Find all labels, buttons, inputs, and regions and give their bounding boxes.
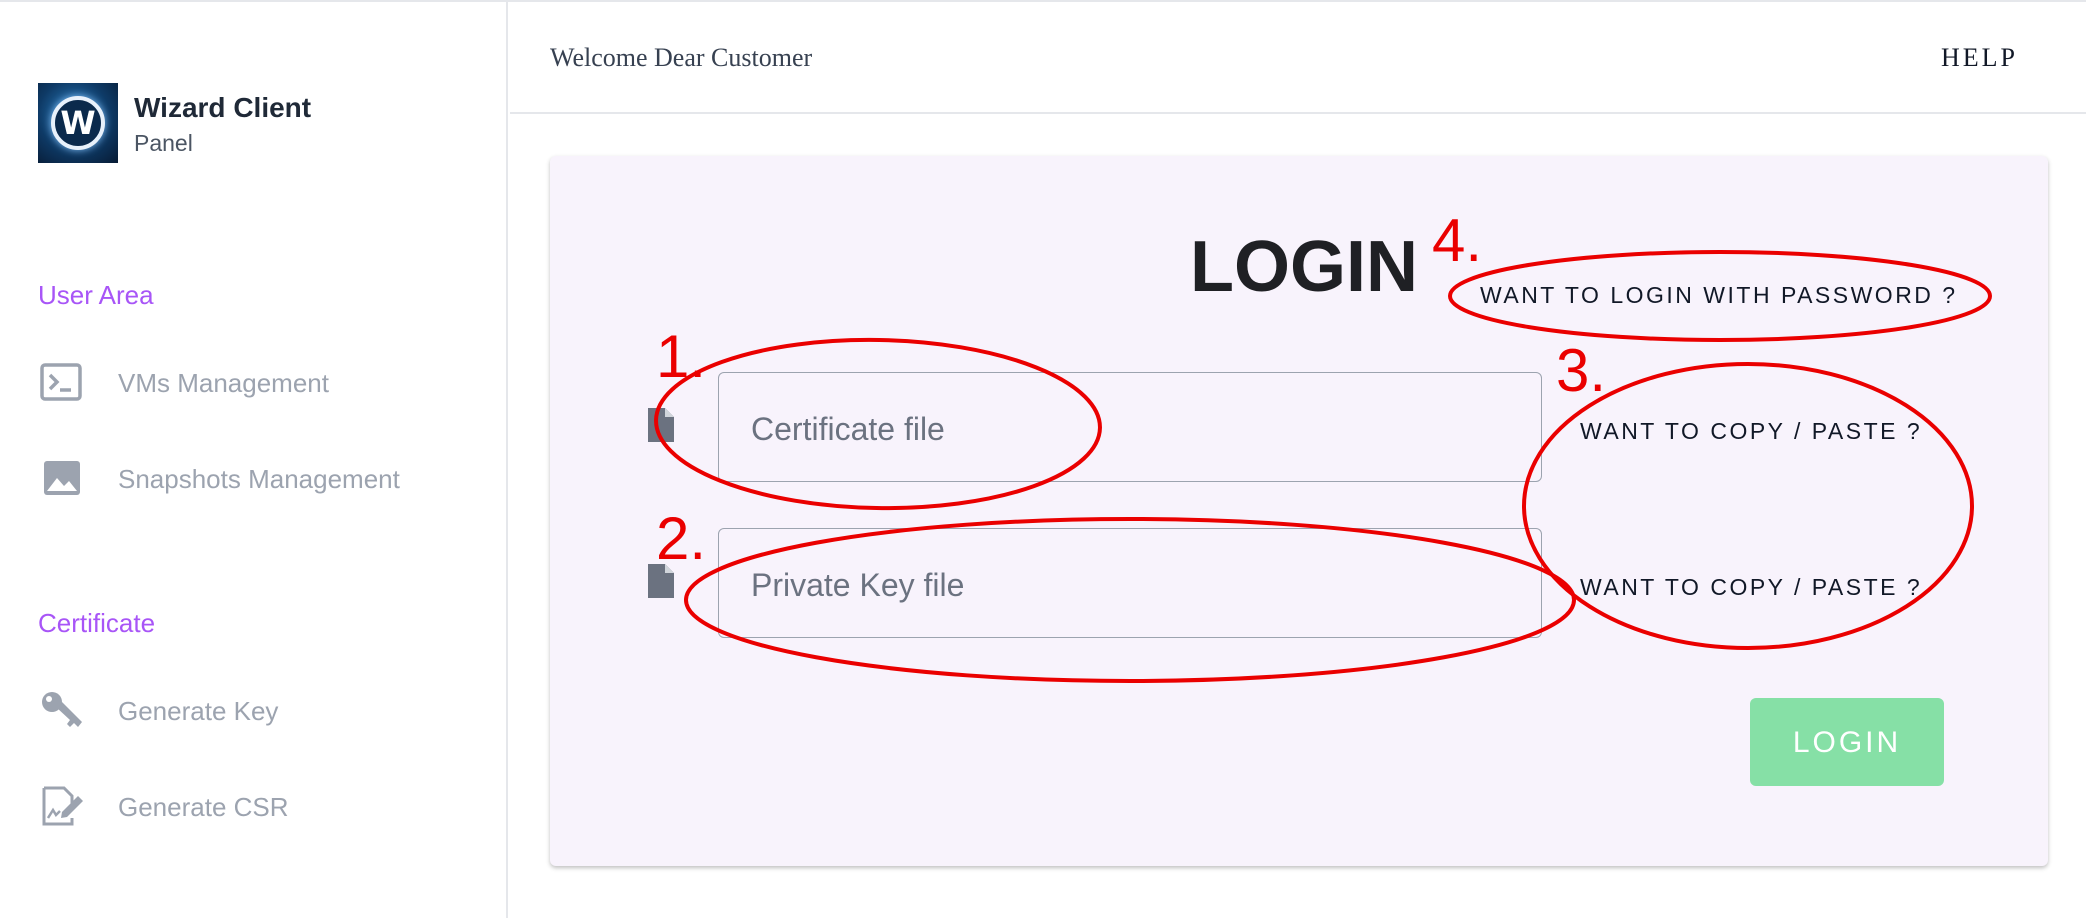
file-icon [648,408,674,442]
key-icon [42,692,82,727]
terminal-icon [40,363,82,401]
annotation-label-2: 2. [656,505,707,572]
certificate-file-placeholder: Certificate file [751,411,945,447]
annotation-label-4: 4. [1432,207,1483,274]
sidebar-item-snapshots-management[interactable]: Snapshots Management [38,448,478,508]
section-certificate: Certificate [38,608,156,638]
private-key-file-placeholder: Private Key file [751,567,965,603]
login-card: LOGIN WANT TO LOGIN WITH PASSWORD ? Cert… [550,156,2048,866]
top-header: Welcome Dear Customer HELP [510,2,2086,114]
brand-subtitle: Panel [134,130,193,156]
login-with-password-link[interactable]: WANT TO LOGIN WITH PASSWORD ? [1480,282,1958,309]
sidebar-item-generate-csr[interactable]: Generate CSR [38,776,478,836]
login-title: LOGIN [1190,227,1418,307]
sidebar-item-vms-management[interactable]: VMs Management [38,352,478,412]
sidebar: W Wizard Client Panel User Area VMs Mana… [0,2,508,918]
help-link[interactable]: HELP [1941,43,2018,73]
image-icon [44,461,80,495]
signature-icon [42,786,83,826]
wizard-logo: W [38,83,118,163]
copy-paste-key-link[interactable]: WANT TO COPY / PASTE ? [1580,574,1922,601]
certificate-file-input[interactable]: Certificate file [718,372,1542,482]
logo-letter: W [60,104,96,142]
copy-paste-certificate-link[interactable]: WANT TO COPY / PASTE ? [1580,418,1922,445]
sidebar-item-label: Generate CSR [118,792,289,822]
private-key-file-input[interactable]: Private Key file [718,528,1542,638]
login-button-label: LOGIN [1792,726,1902,759]
sidebar-item-generate-key[interactable]: Generate Key [38,680,478,740]
sidebar-item-label: Generate Key [118,696,279,726]
section-user-area: User Area [38,280,154,310]
logo-ring: W [51,96,105,150]
sidebar-item-label: VMs Management [118,368,329,398]
annotation-label-3: 3. [1556,337,1607,404]
welcome-text: Welcome Dear Customer [550,43,813,72]
sidebar-item-label: Snapshots Management [118,464,400,494]
brand-title: Wizard Client [134,92,312,123]
login-button[interactable]: LOGIN [1750,698,1944,786]
annotation-label-1: 1. [656,323,707,390]
